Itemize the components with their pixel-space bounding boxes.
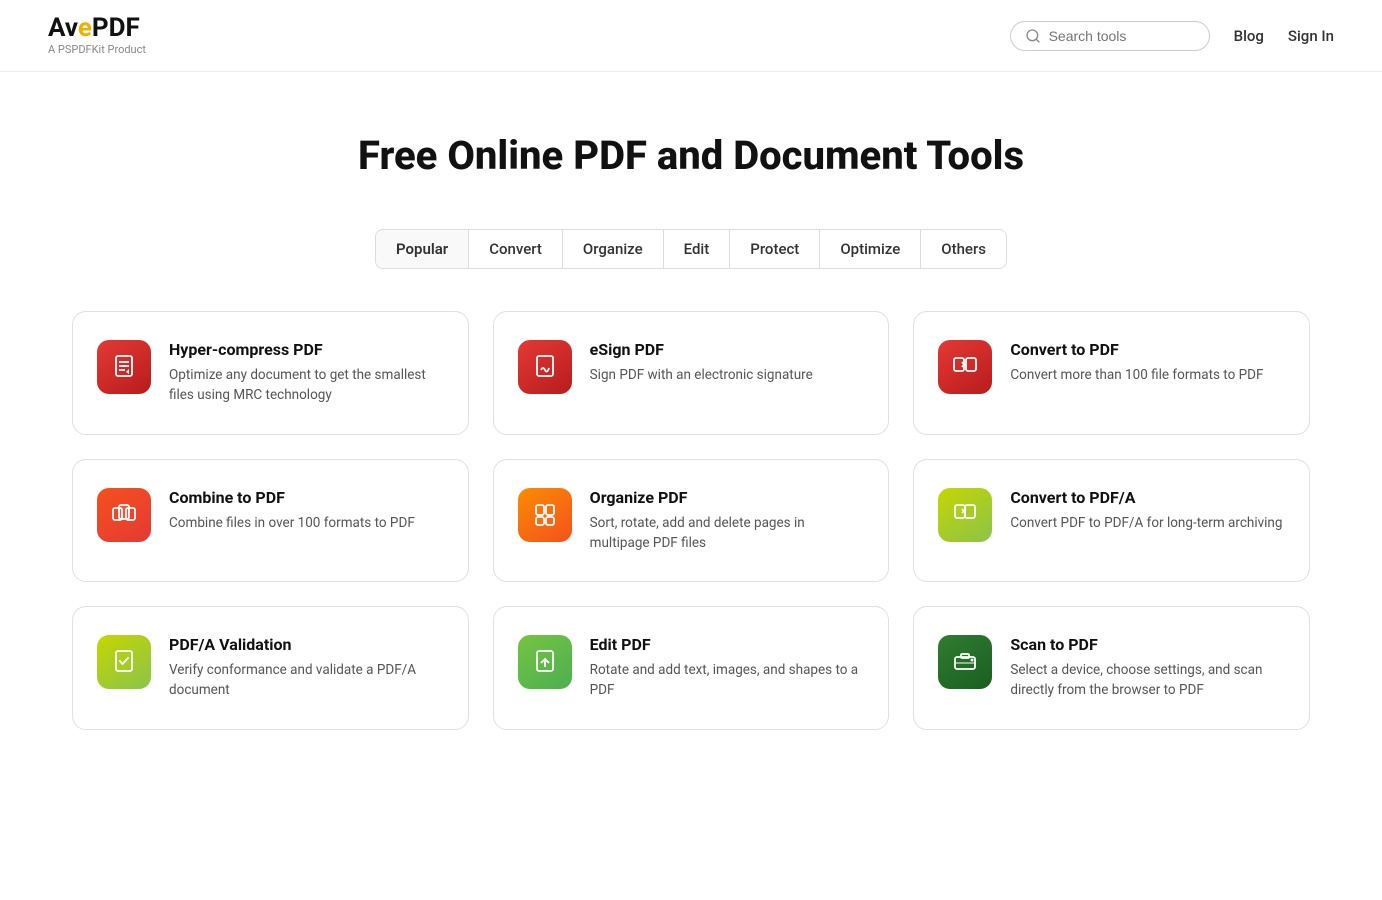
tool-name-organize: Organize PDF xyxy=(590,488,865,507)
search-box[interactable] xyxy=(1010,21,1210,51)
tool-desc-combine: Combine files in over 100 formats to PDF xyxy=(169,513,415,533)
hero-section: Free Online PDF and Document Tools xyxy=(0,72,1382,209)
hero-title: Free Online PDF and Document Tools xyxy=(48,132,1334,179)
tool-name-esign: eSign PDF xyxy=(590,340,813,359)
tool-icon-hyper-compress xyxy=(97,340,151,394)
tab-optimize[interactable]: Optimize xyxy=(820,230,921,268)
logo[interactable]: AvePDF A PSPDFKit Product xyxy=(48,15,146,56)
tool-text-esign: eSign PDF Sign PDF with an electronic si… xyxy=(590,340,813,385)
tool-name-combine: Combine to PDF xyxy=(169,488,415,507)
logo-text: AvePDF xyxy=(48,15,140,41)
tool-card-convert-pdfa[interactable]: Convert to PDF/A Convert PDF to PDF/A fo… xyxy=(913,459,1310,583)
tab-popular[interactable]: Popular xyxy=(376,230,469,268)
tool-text-pdfa-validation: PDF/A Validation Verify conformance and … xyxy=(169,635,444,701)
tab-edit[interactable]: Edit xyxy=(664,230,731,268)
tool-card-organize[interactable]: Organize PDF Sort, rotate, add and delet… xyxy=(493,459,890,583)
tool-name-hyper-compress: Hyper-compress PDF xyxy=(169,340,444,359)
tool-card-combine[interactable]: Combine to PDF Combine files in over 100… xyxy=(72,459,469,583)
tool-card-hyper-compress[interactable]: Hyper-compress PDF Optimize any document… xyxy=(72,311,469,435)
header-right: Blog Sign In xyxy=(1010,21,1334,51)
tool-desc-hyper-compress: Optimize any document to get the smalles… xyxy=(169,365,444,406)
tabs-container: Popular Convert Organize Edit Protect Op… xyxy=(0,209,1382,279)
tool-icon-convert-to-pdf xyxy=(938,340,992,394)
tab-protect[interactable]: Protect xyxy=(730,230,820,268)
tab-others[interactable]: Others xyxy=(921,230,1006,268)
logo-sub: A PSPDFKit Product xyxy=(48,43,146,56)
tool-desc-organize: Sort, rotate, add and delete pages in mu… xyxy=(590,513,865,554)
search-icon xyxy=(1025,28,1041,44)
tool-icon-esign xyxy=(518,340,572,394)
tool-desc-pdfa-validation: Verify conformance and validate a PDF/A … xyxy=(169,660,444,701)
tool-icon-convert-pdfa xyxy=(938,488,992,542)
header: AvePDF A PSPDFKit Product Blog Sign In xyxy=(0,0,1382,72)
tab-organize[interactable]: Organize xyxy=(563,230,664,268)
tool-desc-esign: Sign PDF with an electronic signature xyxy=(590,365,813,385)
tool-icon-combine xyxy=(97,488,151,542)
tool-icon-scan xyxy=(938,635,992,689)
tool-card-edit-pdf[interactable]: Edit PDF Rotate and add text, images, an… xyxy=(493,606,890,730)
search-input[interactable] xyxy=(1049,28,1195,44)
tool-name-convert-to-pdf: Convert to PDF xyxy=(1010,340,1263,359)
tool-text-edit-pdf: Edit PDF Rotate and add text, images, an… xyxy=(590,635,865,701)
tool-text-scan: Scan to PDF Select a device, choose sett… xyxy=(1010,635,1285,701)
tool-name-convert-pdfa: Convert to PDF/A xyxy=(1010,488,1282,507)
tool-desc-scan: Select a device, choose settings, and sc… xyxy=(1010,660,1285,701)
tool-text-hyper-compress: Hyper-compress PDF Optimize any document… xyxy=(169,340,444,406)
tab-convert[interactable]: Convert xyxy=(469,230,563,268)
blog-link[interactable]: Blog xyxy=(1234,27,1264,45)
tool-text-combine: Combine to PDF Combine files in over 100… xyxy=(169,488,415,533)
tool-desc-convert-pdfa: Convert PDF to PDF/A for long-term archi… xyxy=(1010,513,1282,533)
tool-text-convert-pdfa: Convert to PDF/A Convert PDF to PDF/A fo… xyxy=(1010,488,1282,533)
tool-icon-edit-pdf xyxy=(518,635,572,689)
tool-icon-organize xyxy=(518,488,572,542)
tool-desc-edit-pdf: Rotate and add text, images, and shapes … xyxy=(590,660,865,701)
tool-name-pdfa-validation: PDF/A Validation xyxy=(169,635,444,654)
tool-card-convert-to-pdf[interactable]: Convert to PDF Convert more than 100 fil… xyxy=(913,311,1310,435)
tools-grid: Hyper-compress PDF Optimize any document… xyxy=(0,279,1382,770)
tool-icon-pdfa-validation xyxy=(97,635,151,689)
tool-card-scan[interactable]: Scan to PDF Select a device, choose sett… xyxy=(913,606,1310,730)
tool-text-organize: Organize PDF Sort, rotate, add and delet… xyxy=(590,488,865,554)
tool-card-pdfa-validation[interactable]: PDF/A Validation Verify conformance and … xyxy=(72,606,469,730)
tool-name-edit-pdf: Edit PDF xyxy=(590,635,865,654)
tool-desc-convert-to-pdf: Convert more than 100 file formats to PD… xyxy=(1010,365,1263,385)
tool-name-scan: Scan to PDF xyxy=(1010,635,1285,654)
signin-link[interactable]: Sign In xyxy=(1288,27,1334,45)
tool-card-esign[interactable]: eSign PDF Sign PDF with an electronic si… xyxy=(493,311,890,435)
tabs: Popular Convert Organize Edit Protect Op… xyxy=(375,229,1007,269)
tool-text-convert-to-pdf: Convert to PDF Convert more than 100 fil… xyxy=(1010,340,1263,385)
